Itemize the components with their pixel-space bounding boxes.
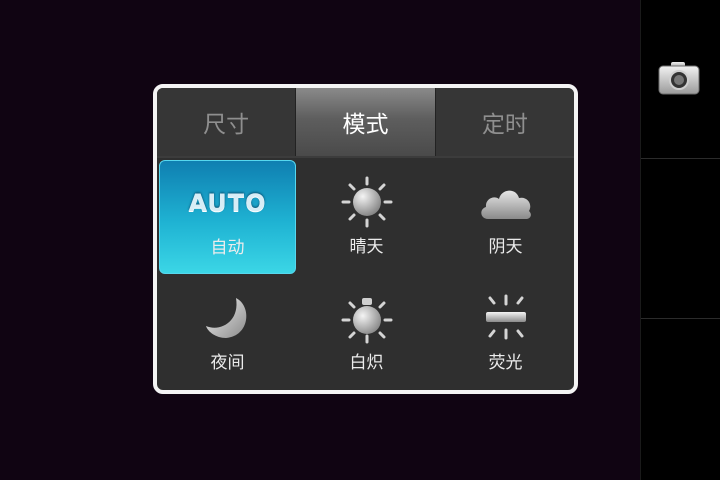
mode-grid: AUTO 自动 晴天 阴天 夜间 白炽 荧光 <box>157 158 574 390</box>
incandescent-bulb-icon <box>298 290 435 346</box>
cloud-icon <box>437 174 574 230</box>
mode-night[interactable]: 夜间 <box>159 276 296 390</box>
mode-label: 阴天 <box>488 237 523 257</box>
camera-side-bar <box>640 0 720 480</box>
mode-cloudy[interactable]: 阴天 <box>437 160 574 274</box>
side-bar-divider <box>641 158 720 159</box>
auto-icon: AUTO <box>188 189 267 217</box>
mode-sunny[interactable]: 晴天 <box>298 160 435 274</box>
mode-label: 荧光 <box>488 353 523 373</box>
side-bar-divider <box>641 318 720 319</box>
tab-mode[interactable]: 模式 <box>295 88 436 156</box>
moon-icon <box>159 290 296 346</box>
sun-icon <box>298 174 435 230</box>
camera-icon[interactable] <box>657 60 701 98</box>
mode-label: 夜间 <box>210 353 245 373</box>
mode-auto[interactable]: AUTO 自动 <box>159 160 296 274</box>
mode-label: 自动 <box>210 238 245 258</box>
mode-label: 晴天 <box>349 237 384 257</box>
mode-incandescent[interactable]: 白炽 <box>298 276 435 390</box>
white-balance-panel: 尺寸 模式 定时 AUTO 自动 晴天 阴天 夜间 白炽 荧光 <box>153 84 578 394</box>
fluorescent-icon <box>437 290 574 346</box>
tab-timer[interactable]: 定时 <box>435 88 574 156</box>
mode-label: 白炽 <box>349 353 384 373</box>
tab-bar: 尺寸 模式 定时 <box>157 88 574 158</box>
mode-fluorescent[interactable]: 荧光 <box>437 276 574 390</box>
tab-size[interactable]: 尺寸 <box>157 88 296 156</box>
